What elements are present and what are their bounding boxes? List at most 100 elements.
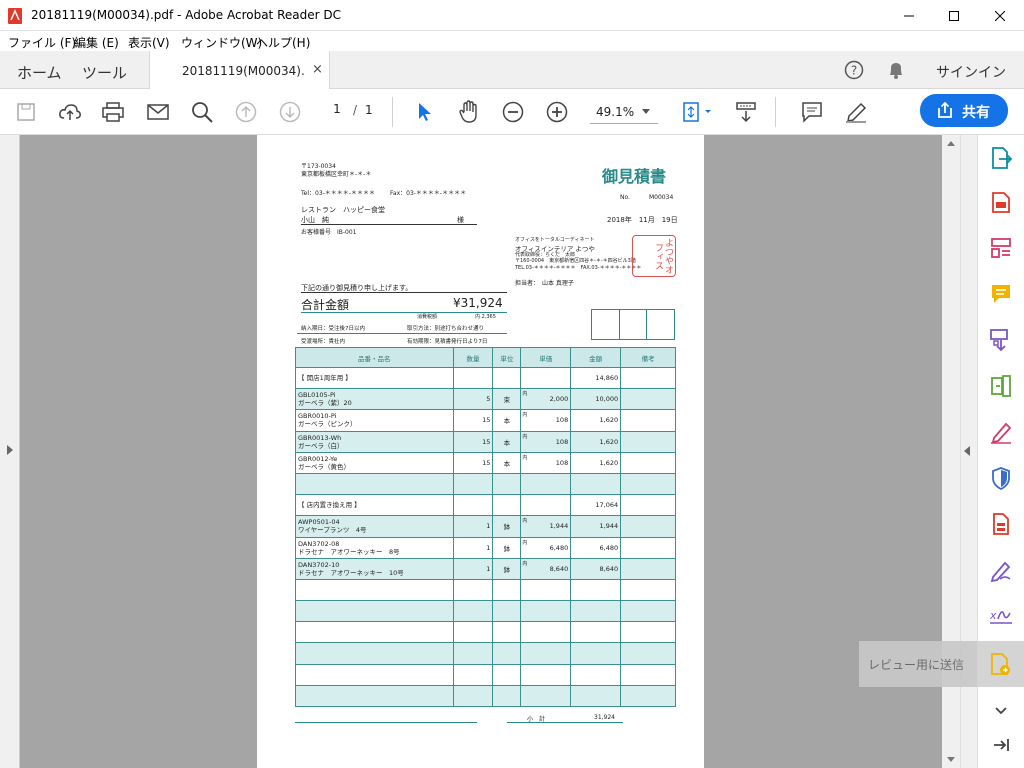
read-mode-icon[interactable] [733,99,759,125]
zoom-level-select[interactable]: 49.1% [590,102,658,124]
protect-shield-icon[interactable] [988,465,1014,491]
sign-pen-icon[interactable] [988,557,1014,583]
tab-bar: ホーム ツール 20181119(M00034). × ? サインイン [0,51,1024,89]
zoom-out-icon[interactable] [500,99,526,125]
table-row: DAN3702-08 ドラセナ アオワーネッキー 8号 1 鉢 内 6,480 6,480 [295,536,676,559]
item-cell: 【 店内置き換え用 】 [295,494,454,517]
combine-files-icon[interactable] [988,327,1014,353]
fit-page-icon[interactable] [677,99,717,125]
table-header-cell: 金額 [570,347,622,368]
search-icon[interactable] [189,99,215,125]
pdf-redact-icon[interactable] [988,511,1014,537]
send-for-review-tool[interactable] [977,641,1024,687]
item-unit [492,494,522,517]
item-price [520,578,572,602]
highlight-pen-icon[interactable] [843,99,869,125]
item-unit-value: 鉢 [503,565,511,574]
expand-left-icon [7,445,13,455]
compress-pdf-icon[interactable] [988,373,1014,399]
table-header-cell: 単価 [520,347,572,368]
chevron-down-icon[interactable] [988,698,1014,724]
left-panel-toggle[interactable] [0,135,20,768]
minimize-button[interactable] [886,0,932,31]
item-unit-value: 鉢 [503,523,511,532]
prev-page-icon[interactable] [233,99,259,125]
item-remarks [620,536,676,559]
maximize-button[interactable] [931,0,977,31]
print-icon[interactable] [100,99,126,125]
comment-icon[interactable] [799,99,825,125]
menu-help[interactable]: ヘルプ(H) [256,34,310,51]
next-page-icon[interactable] [277,99,303,125]
hand-tool-icon[interactable] [456,99,482,125]
doc-vendor-tag: オフィスをトータルコーディネート [515,237,595,243]
table-row [295,642,676,665]
approval-boxes [591,309,675,340]
item-price [520,621,572,644]
item-remarks [620,388,676,411]
collapse-right-icon[interactable] [964,446,970,456]
tab-tools[interactable]: ツール [82,62,127,83]
collapse-panel-icon[interactable] [988,732,1014,758]
item-name: ガーベラ（ピンク） [298,420,357,429]
menu-file[interactable]: ファイル (F) [8,34,76,51]
save-icon[interactable] [13,99,39,125]
item-cell: DAN3702-10 ドラセナ アオワーネッキー 10号 [295,557,454,580]
menu-view[interactable]: 表示(V) [128,34,170,51]
item-remarks [620,494,676,517]
item-amount-value: 8,640 [599,564,619,573]
bell-icon[interactable] [886,60,906,80]
item-price: 内 108 [520,430,572,453]
item-price: 内 6,480 [520,536,572,559]
item-qty-value: 5 [486,395,491,404]
export-pdf-icon[interactable] [988,145,1014,171]
fill-sign-icon[interactable] [988,419,1014,445]
table-row [295,621,676,644]
menu-edit[interactable]: 編集 (E) [74,34,119,51]
item-price-value: 108 [555,458,569,467]
doc-date: 2018年 11月 19日 [607,216,678,224]
signature-icon[interactable]: x [988,603,1014,629]
item-remarks [620,578,676,602]
comment-tool-icon[interactable] [988,281,1014,307]
item-amount [570,621,622,644]
create-pdf-icon[interactable] [988,189,1014,215]
share-button[interactable]: 共有 [920,94,1008,127]
tab-close-icon[interactable]: × [312,62,323,77]
intro-underline [301,292,507,293]
scroll-down-icon[interactable] [947,757,955,762]
item-qty-value: 15 [482,437,491,446]
zoom-in-icon[interactable] [544,99,570,125]
subtotal-left-line [295,722,477,723]
item-qty: 1 [452,515,494,538]
item-unit-value: 束 [503,396,511,405]
scroll-up-icon[interactable] [947,141,955,146]
select-cursor-icon[interactable] [412,99,438,125]
tab-home[interactable]: ホーム [17,62,62,83]
item-cell [295,663,454,686]
email-icon[interactable] [145,99,171,125]
help-icon[interactable]: ? [844,60,864,80]
item-name: ガーベラ（黄色） [298,462,350,471]
item-price [520,366,572,390]
item-unit [492,600,522,623]
item-amount-value: 1,620 [599,437,619,446]
doc-no-label: No. [620,194,630,201]
upload-cloud-icon[interactable] [57,99,83,125]
item-unit [492,472,522,496]
item-cell [295,600,454,623]
item-price-value: 8,640 [549,564,569,573]
menu-window[interactable]: ウィンドウ(W) [181,34,262,51]
item-qty [452,366,494,390]
close-window-button[interactable] [977,0,1023,31]
organize-pages-icon[interactable] [988,235,1014,261]
item-unit-value: 本 [503,459,511,468]
tab-document[interactable]: 20181119(M00034). × [149,51,330,89]
table-row [295,472,676,496]
item-amount: 10,000 [570,388,622,411]
page-number-input[interactable]: 1 [322,102,352,122]
doc-tel: Tel：03-＊＊＊＊-＊＊＊＊ [301,190,375,197]
item-remarks [620,642,676,665]
signin-link[interactable]: サインイン [936,62,1006,82]
doc-subtotal-value: 31,924 [594,714,615,721]
